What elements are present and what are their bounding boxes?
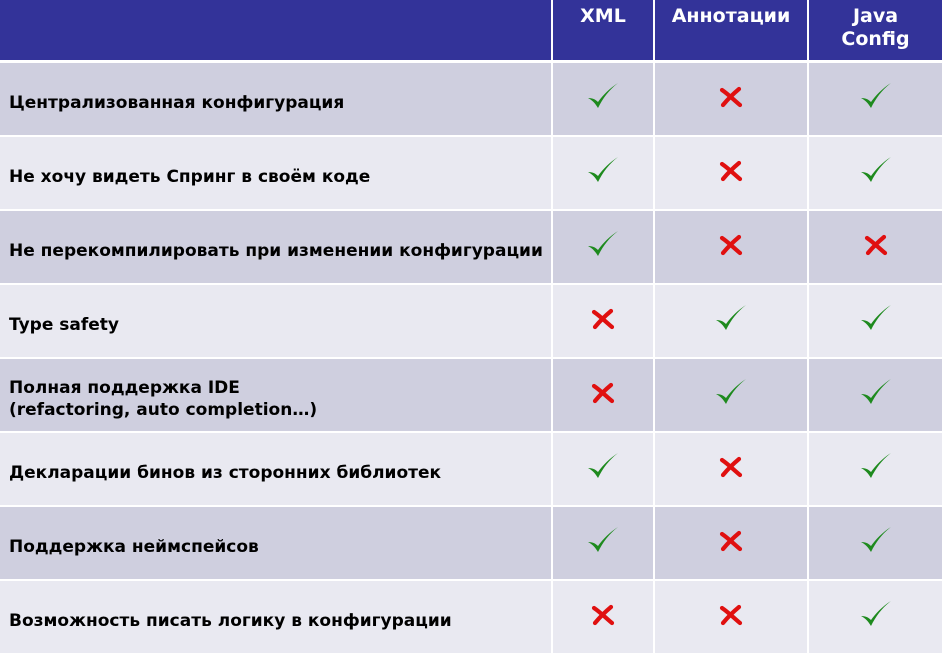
cell-annotations xyxy=(654,284,808,358)
table-row: Не перекомпилировать при изменении конфи… xyxy=(0,210,942,284)
check-icon xyxy=(859,525,893,561)
cell-java-config xyxy=(808,432,942,506)
cross-icon xyxy=(719,456,743,482)
check-icon xyxy=(586,155,620,191)
comparison-table: XML Аннотации Java Config Централизованн… xyxy=(0,0,942,653)
header-feature-cell xyxy=(0,0,552,62)
cross-icon xyxy=(591,382,615,408)
cross-icon xyxy=(719,604,743,630)
check-icon xyxy=(586,229,620,265)
table-body: Централизованная конфигурацияНе хочу вид… xyxy=(0,62,942,653)
cross-icon xyxy=(719,530,743,556)
cell-annotations xyxy=(654,358,808,432)
header-xml: XML xyxy=(552,0,654,62)
cell-xml xyxy=(552,358,654,432)
cell-xml xyxy=(552,506,654,580)
table-row: Полная поддержка IDE (refactoring, auto … xyxy=(0,358,942,432)
cell-annotations xyxy=(654,432,808,506)
check-icon xyxy=(859,303,893,339)
cell-xml xyxy=(552,136,654,210)
check-icon xyxy=(586,451,620,487)
cell-xml xyxy=(552,62,654,137)
check-icon xyxy=(859,377,893,413)
cell-xml xyxy=(552,284,654,358)
table-row: Поддержка неймспейсов xyxy=(0,506,942,580)
table-row: Type safety xyxy=(0,284,942,358)
cell-java-config xyxy=(808,284,942,358)
cross-icon xyxy=(719,86,743,112)
cross-icon xyxy=(719,234,743,260)
check-icon xyxy=(714,303,748,339)
check-icon xyxy=(859,599,893,635)
cell-java-config xyxy=(808,580,942,653)
table-row: Не хочу видеть Спринг в своём коде xyxy=(0,136,942,210)
cell-xml xyxy=(552,432,654,506)
feature-label: Поддержка неймспейсов xyxy=(0,506,552,580)
table-row: Декларации бинов из сторонних библиотек xyxy=(0,432,942,506)
cell-java-config xyxy=(808,62,942,137)
table-row: Централизованная конфигурация xyxy=(0,62,942,137)
feature-label: Декларации бинов из сторонних библиотек xyxy=(0,432,552,506)
cross-icon xyxy=(591,308,615,334)
cell-annotations xyxy=(654,62,808,137)
check-icon xyxy=(586,81,620,117)
header-annotations: Аннотации xyxy=(654,0,808,62)
cell-java-config xyxy=(808,506,942,580)
feature-label: Type safety xyxy=(0,284,552,358)
table-row: Возможность писать логику в конфигурации xyxy=(0,580,942,653)
header-java-config: Java Config xyxy=(808,0,942,62)
feature-label: Не хочу видеть Спринг в своём коде xyxy=(0,136,552,210)
cell-java-config xyxy=(808,358,942,432)
check-icon xyxy=(859,155,893,191)
cell-annotations xyxy=(654,580,808,653)
cell-java-config xyxy=(808,210,942,284)
check-icon xyxy=(714,377,748,413)
cell-java-config xyxy=(808,136,942,210)
check-icon xyxy=(586,525,620,561)
cell-annotations xyxy=(654,210,808,284)
feature-label: Возможность писать логику в конфигурации xyxy=(0,580,552,653)
cell-annotations xyxy=(654,506,808,580)
cross-icon xyxy=(719,160,743,186)
check-icon xyxy=(859,81,893,117)
check-icon xyxy=(859,451,893,487)
cross-icon xyxy=(864,234,888,260)
feature-label: Централизованная конфигурация xyxy=(0,62,552,137)
cross-icon xyxy=(591,604,615,630)
cell-annotations xyxy=(654,136,808,210)
cell-xml xyxy=(552,580,654,653)
cell-xml xyxy=(552,210,654,284)
feature-label: Полная поддержка IDE (refactoring, auto … xyxy=(0,358,552,432)
feature-label: Не перекомпилировать при изменении конфи… xyxy=(0,210,552,284)
header-row: XML Аннотации Java Config xyxy=(0,0,942,62)
